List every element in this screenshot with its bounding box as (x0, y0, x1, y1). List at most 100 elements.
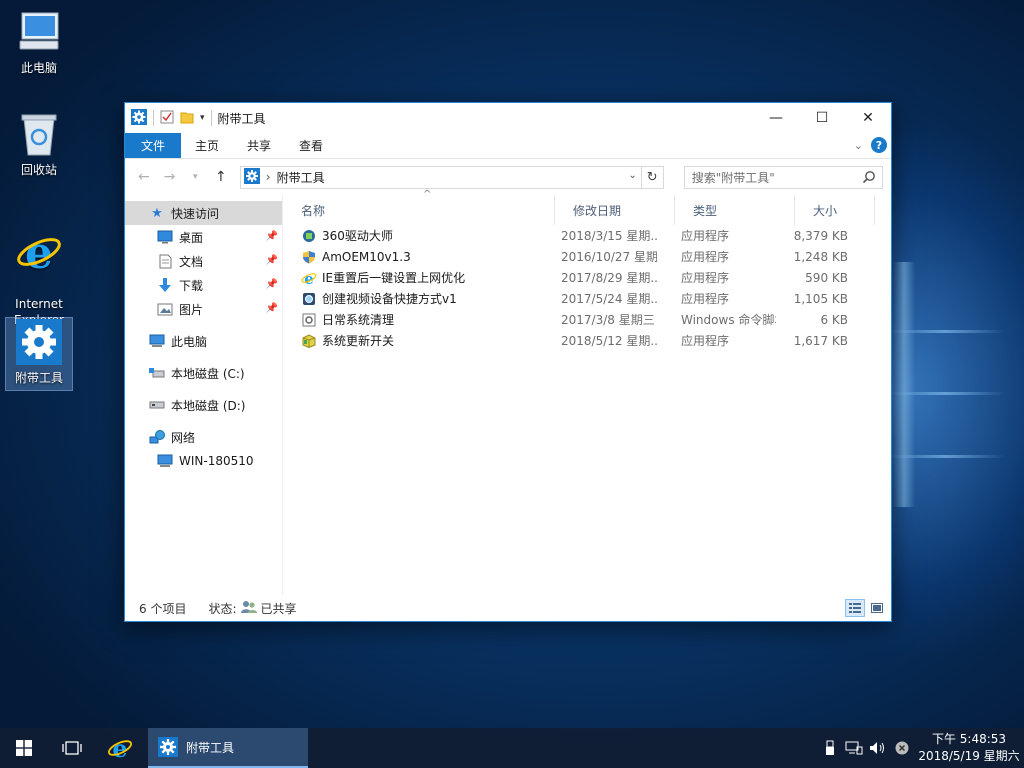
refresh-button[interactable]: ↻ (640, 166, 663, 188)
desktop-icon-recycle-bin[interactable]: 回收站 (6, 110, 72, 178)
window-controls: — ☐ ✕ (753, 103, 891, 133)
star-icon: ★ (151, 205, 163, 221)
internet-explorer-icon: e (301, 270, 317, 286)
nav-downloads[interactable]: 下载 📌 (125, 273, 282, 297)
svg-text:e: e (112, 735, 127, 761)
wallpaper-beam (885, 455, 1005, 458)
start-button[interactable] (0, 728, 48, 768)
gear-icon (158, 737, 178, 757)
address-history-chevron-icon[interactable]: ⌄ (628, 170, 636, 181)
shield-icon (301, 249, 317, 265)
nav-label: 快速访问 (171, 206, 220, 221)
computer-icon (157, 453, 173, 469)
breadcrumb-current[interactable]: 附带工具 (277, 169, 325, 186)
details-view-button[interactable] (845, 599, 865, 617)
tab-share[interactable]: 共享 (233, 133, 285, 158)
usb-icon[interactable] (818, 728, 842, 768)
column-header-name[interactable]: 名称 (283, 195, 555, 225)
search-box[interactable]: 搜索"附带工具" (683, 165, 883, 189)
nav-drive-d[interactable]: 本地磁盘 (D:) (125, 393, 282, 417)
network-status-icon[interactable] (842, 728, 866, 768)
window-title: 附带工具 (217, 111, 266, 126)
camera-icon (301, 291, 317, 307)
up-button[interactable]: ↑ (210, 166, 232, 188)
column-header-size[interactable]: 大小 (795, 195, 875, 225)
nav-drive-c[interactable]: 本地磁盘 (C:) (125, 361, 282, 385)
tab-home[interactable]: 主页 (181, 133, 233, 158)
address-bar[interactable]: › 附带工具 ⌄ ↻ (239, 165, 664, 189)
file-size: 8,379 KB (793, 228, 848, 243)
explorer-body: ★ 快速访问 桌面 📌 文档 📌 下载 📌 图片 📌 此电脑 本地磁盘 (C:)… (125, 189, 891, 595)
maximize-button[interactable]: ☐ (799, 103, 845, 133)
desktop-icon-label: 回收站 (20, 163, 57, 177)
table-row[interactable]: 创建视频设备快捷方式v1 2017/5/24 星期... 应用程序 1,105 … (283, 288, 891, 309)
notification-close-icon[interactable] (890, 728, 914, 768)
clock[interactable]: 下午 5:48:53 2018/5/19 星期六 (914, 731, 1024, 765)
minimize-button[interactable]: — (753, 103, 799, 133)
help-icon[interactable]: ? (871, 137, 887, 153)
pin-icon[interactable]: 📌 (266, 255, 278, 266)
breadcrumb-separator-icon: › (265, 170, 271, 184)
table-row[interactable]: 日常系统清理 2017/3/8 星期三 ... Windows 命令脚本 6 K… (283, 309, 891, 330)
recent-locations-chevron-icon[interactable]: ▾ (184, 166, 206, 188)
gear-icon (243, 167, 260, 187)
nav-desktop[interactable]: 桌面 📌 (125, 225, 282, 249)
nav-pictures[interactable]: 图片 📌 (125, 297, 282, 321)
new-folder-icon[interactable] (180, 110, 194, 127)
computer-icon (15, 8, 63, 56)
ribbon-expand-chevron-icon[interactable]: ⌄ (854, 139, 863, 152)
script-gear-icon (301, 312, 317, 328)
picture-icon (157, 301, 173, 317)
download-arrow-icon (157, 277, 173, 293)
close-button[interactable]: ✕ (845, 103, 891, 133)
tab-view[interactable]: 查看 (285, 133, 337, 158)
chevron-down-icon[interactable]: ▾ (200, 113, 205, 123)
computer-icon (149, 333, 165, 349)
column-header-type[interactable]: 类型 (675, 195, 795, 225)
nav-network-computer[interactable]: WIN-180510 (125, 449, 282, 473)
gear-icon (15, 318, 63, 366)
wallpaper-beam (893, 262, 915, 507)
pin-icon[interactable]: 📌 (266, 303, 278, 314)
pin-icon[interactable]: 📌 (266, 279, 278, 290)
pin-icon[interactable]: 📌 (266, 231, 278, 242)
column-header-date[interactable]: 修改日期 (555, 195, 675, 225)
table-row[interactable]: 系统更新开关 2018/5/12 星期... 应用程序 1,617 KB (283, 330, 891, 351)
windows-logo-icon (16, 740, 32, 756)
table-row[interactable]: 360驱动大师 2018/3/15 星期... 应用程序 8,379 KB (283, 225, 891, 246)
task-view-button[interactable] (48, 728, 96, 768)
search-icon[interactable] (862, 170, 876, 187)
state-value: 已共享 (260, 601, 297, 616)
toolbar-separator (153, 110, 154, 126)
properties-icon[interactable] (160, 110, 174, 127)
large-icons-view-button[interactable] (867, 599, 887, 617)
search-placeholder: 搜索"附带工具" (691, 170, 775, 185)
svg-text:e: e (25, 228, 53, 276)
desktop-icon-this-pc[interactable]: 此电脑 (6, 8, 72, 76)
network-icon (149, 429, 165, 445)
back-button[interactable]: ← (133, 166, 155, 188)
file-date: 2016/10/27 星期... (561, 250, 657, 264)
taskbar: e 附带工具 下午 5:48:53 2018/5/19 星期六 (0, 728, 1024, 768)
table-row[interactable]: e IE重置后一键设置上网优化 2017/8/29 星期... 应用程序 590 … (283, 267, 891, 288)
tab-file[interactable]: 文件 (125, 133, 181, 158)
nav-network[interactable]: 网络 (125, 425, 282, 449)
taskbar-ie-button[interactable]: e (96, 728, 144, 768)
task-view-icon (62, 741, 82, 755)
system-tray: 下午 5:48:53 2018/5/19 星期六 (818, 728, 1024, 768)
taskbar-app-tools[interactable]: 附带工具 (148, 728, 308, 768)
volume-icon[interactable] (866, 728, 890, 768)
title-bar[interactable]: ▾ 附带工具 — ☐ ✕ (125, 103, 891, 133)
nav-this-pc[interactable]: 此电脑 (125, 329, 282, 353)
desktop-icon-tools-folder[interactable]: 附带工具 (5, 317, 73, 391)
quick-access-toolbar: ▾ (131, 108, 212, 128)
nav-label: 此电脑 (171, 334, 208, 349)
table-row[interactable]: AmOEM10v1.3 2016/10/27 星期... 应用程序 1,248 … (283, 246, 891, 267)
forward-button[interactable]: → (159, 166, 181, 188)
gear-icon[interactable] (131, 108, 147, 128)
toolbar-separator (210, 110, 212, 126)
nav-quick-access[interactable]: ★ 快速访问 (125, 201, 282, 225)
system-drive-icon (149, 365, 165, 381)
clock-date: 2018/5/19 星期六 (918, 749, 1020, 763)
nav-documents[interactable]: 文档 📌 (125, 249, 282, 273)
